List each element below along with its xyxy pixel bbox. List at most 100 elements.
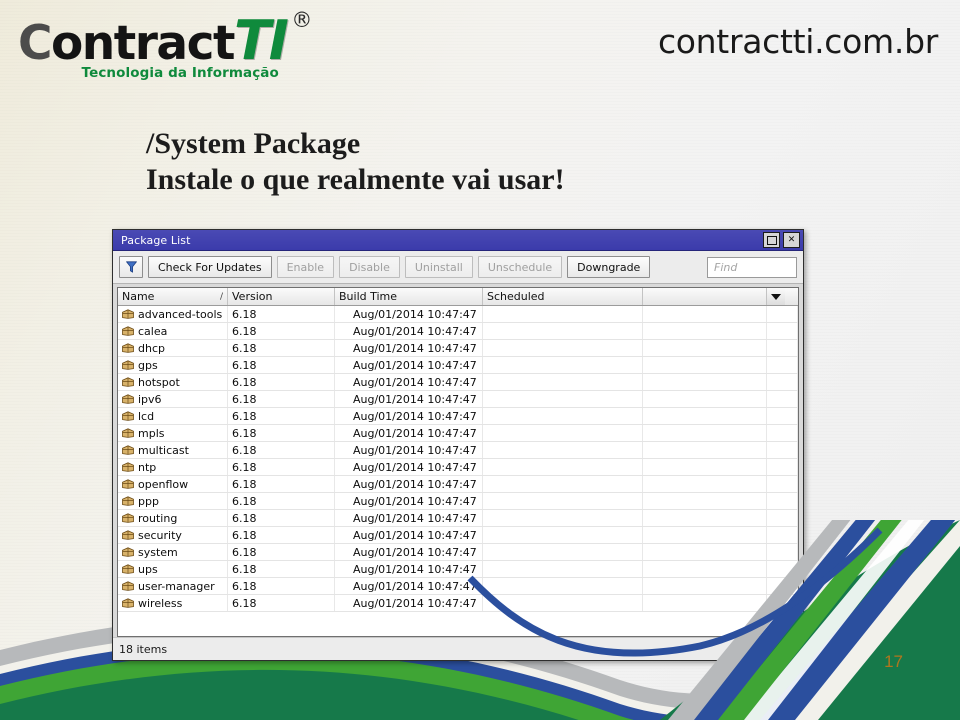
find-input[interactable]: Find (707, 256, 797, 278)
toolbar-button-group: Check For Updates Enable Disable Uninstall U… (148, 256, 651, 278)
cell-version: 6.18 (228, 357, 335, 373)
cell-text: Aug/01/2014 10:47:47 (353, 392, 477, 406)
cell-blank (643, 306, 767, 322)
slide-title: /System Package Instale o que realmente … (146, 127, 565, 197)
table-row[interactable]: ppp 6.18 Aug/01/2014 10:47:47 (118, 493, 798, 510)
table-row[interactable]: calea 6.18 Aug/01/2014 10:47:47 (118, 323, 798, 340)
cell-text: 6.18 (232, 324, 257, 338)
cell-version: 6.18 (228, 442, 335, 458)
package-box-icon (122, 343, 134, 353)
cell-text: 6.18 (232, 443, 257, 457)
cell-name: hotspot (118, 374, 228, 390)
cell-text: 6.18 (232, 375, 257, 389)
logo-wordmark: ContractTI ® (18, 10, 312, 68)
cell-build-time: Aug/01/2014 10:47:47 (335, 459, 483, 475)
site-url: contractti.com.br (657, 22, 938, 61)
cell-padding (767, 391, 798, 407)
cell-padding (767, 323, 798, 339)
cell-version: 6.18 (228, 340, 335, 356)
title-line-2: Instale o que realmente vai usar! (146, 163, 565, 196)
cell-name: ntp (118, 459, 228, 475)
cell-padding (767, 493, 798, 509)
filter-button[interactable] (119, 256, 143, 278)
column-header-version[interactable]: Version (228, 288, 335, 305)
cell-blank (643, 374, 767, 390)
cell-padding (767, 408, 798, 424)
cell-text: Aug/01/2014 10:47:47 (353, 426, 477, 440)
chevron-down-icon (771, 293, 781, 300)
cell-build-time: Aug/01/2014 10:47:47 (335, 357, 483, 373)
cell-text: multicast (138, 443, 189, 457)
toolbar-button-check-for-updates[interactable]: Check For Updates (148, 256, 272, 278)
cell-padding (767, 476, 798, 492)
cell-blank (643, 459, 767, 475)
cell-padding (767, 459, 798, 475)
table-row[interactable]: openflow 6.18 Aug/01/2014 10:47:47 (118, 476, 798, 493)
maximize-icon (766, 235, 777, 245)
table-row[interactable]: mpls 6.18 Aug/01/2014 10:47:47 (118, 425, 798, 442)
cell-scheduled (483, 408, 643, 424)
sort-indicator-icon: / (219, 291, 223, 302)
cell-blank (643, 476, 767, 492)
cell-scheduled (483, 357, 643, 373)
table-row[interactable]: lcd 6.18 Aug/01/2014 10:47:47 (118, 408, 798, 425)
column-header-build-time[interactable]: Build Time (335, 288, 483, 305)
cell-padding (767, 306, 798, 322)
cell-text: Aug/01/2014 10:47:47 (353, 460, 477, 474)
toolbar-button-enable: Enable (276, 256, 335, 278)
cell-padding (767, 425, 798, 441)
cell-blank (643, 391, 767, 407)
table-header-row: Name / Version Build Time Scheduled (118, 288, 798, 306)
cell-text: 6.18 (232, 426, 257, 440)
cell-build-time: Aug/01/2014 10:47:47 (335, 391, 483, 407)
cell-text: openflow (138, 477, 189, 491)
close-button[interactable]: ✕ (783, 232, 800, 248)
cell-text: 6.18 (232, 307, 257, 321)
column-header-label: Name (122, 290, 155, 303)
cell-text: 6.18 (232, 341, 257, 355)
table-row[interactable]: gps 6.18 Aug/01/2014 10:47:47 (118, 357, 798, 374)
column-header-label: Version (232, 290, 273, 303)
cell-text: 6.18 (232, 392, 257, 406)
toolbar-button-unschedule: Unschedule (477, 256, 563, 278)
package-box-icon (122, 377, 134, 387)
company-logo: ContractTI ® Tecnologia da Informação (18, 10, 312, 82)
cell-scheduled (483, 425, 643, 441)
table-row[interactable]: hotspot 6.18 Aug/01/2014 10:47:47 (118, 374, 798, 391)
cell-text: ntp (138, 460, 157, 474)
toolbar-button-uninstall: Uninstall (404, 256, 473, 278)
table-row[interactable]: ipv6 6.18 Aug/01/2014 10:47:47 (118, 391, 798, 408)
cell-scheduled (483, 476, 643, 492)
cell-padding (767, 357, 798, 373)
column-header-scheduled[interactable]: Scheduled (483, 288, 643, 305)
table-row[interactable]: dhcp 6.18 Aug/01/2014 10:47:47 (118, 340, 798, 357)
toolbar-button-disable: Disable (339, 256, 400, 278)
cell-scheduled (483, 340, 643, 356)
cell-version: 6.18 (228, 306, 335, 322)
cell-text: Aug/01/2014 10:47:47 (353, 324, 477, 338)
package-box-icon (122, 309, 134, 319)
registered-mark-icon: ® (291, 8, 312, 32)
toolbar-button-downgrade[interactable]: Downgrade (567, 256, 651, 278)
cell-padding (767, 442, 798, 458)
cell-text: gps (138, 358, 158, 372)
package-box-icon (122, 496, 134, 506)
decorative-corner-bands (467, 520, 960, 720)
table-row[interactable]: ntp 6.18 Aug/01/2014 10:47:47 (118, 459, 798, 476)
cell-blank (643, 340, 767, 356)
window-titlebar[interactable]: Package List ✕ (113, 230, 803, 251)
cell-scheduled (483, 459, 643, 475)
column-header-blank[interactable] (643, 288, 767, 305)
column-header-label: Build Time (339, 290, 398, 303)
cell-name: openflow (118, 476, 228, 492)
cell-text: ipv6 (138, 392, 162, 406)
maximize-button[interactable] (763, 232, 780, 248)
column-chooser-button[interactable] (767, 288, 785, 305)
window-toolbar: Check For Updates Enable Disable Uninstall U… (113, 251, 803, 284)
table-row[interactable]: multicast 6.18 Aug/01/2014 10:47:47 (118, 442, 798, 459)
column-header-name[interactable]: Name / (118, 288, 228, 305)
cell-version: 6.18 (228, 493, 335, 509)
table-row[interactable]: advanced-tools 6.18 Aug/01/2014 10:47:47 (118, 306, 798, 323)
cell-text: 6.18 (232, 494, 257, 508)
cell-name: calea (118, 323, 228, 339)
